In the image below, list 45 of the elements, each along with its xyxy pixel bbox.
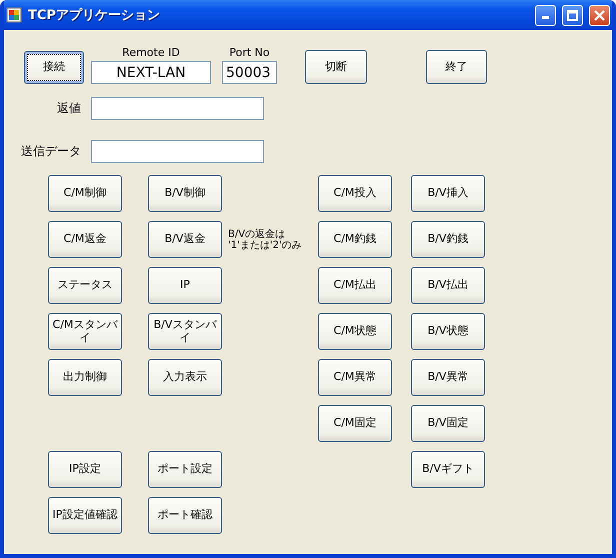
maximize-icon <box>567 10 578 20</box>
command-button[interactable]: B/Vスタンバイ <box>148 313 222 350</box>
command-button[interactable]: C/M状態 <box>318 313 392 350</box>
input-field[interactable] <box>91 97 264 120</box>
command-button[interactable]: 入力表示 <box>148 359 222 396</box>
disconnect-button[interactable]: 切断 <box>305 50 367 84</box>
remote-id-label: Remote ID <box>122 46 180 59</box>
command-button[interactable]: B/V異常 <box>411 359 485 396</box>
command-button[interactable]: B/Vギフト <box>411 451 485 488</box>
command-button[interactable]: C/M投入 <box>318 175 392 212</box>
field-label: 返値 <box>56 100 82 117</box>
command-button[interactable]: B/V固定 <box>411 405 485 442</box>
settings-button[interactable]: ポート設定 <box>148 451 222 488</box>
close-button[interactable] <box>589 4 610 26</box>
command-button[interactable]: B/V挿入 <box>411 175 485 212</box>
command-button[interactable]: B/V状態 <box>411 313 485 350</box>
settings-button[interactable]: IP設定値確認 <box>48 497 122 534</box>
exit-button[interactable]: 終了 <box>426 50 487 84</box>
command-button[interactable]: IP <box>148 267 222 304</box>
command-button[interactable]: C/Mスタンバイ <box>48 313 122 350</box>
settings-button[interactable]: ポート確認 <box>148 497 222 534</box>
app-icon <box>6 7 22 23</box>
close-icon <box>594 10 605 20</box>
command-button[interactable]: 出力制御 <box>48 359 122 396</box>
field-label: 送信データ <box>20 143 82 160</box>
command-button[interactable]: C/M異常 <box>318 359 392 396</box>
remote-id-field[interactable]: NEXT-LAN <box>91 61 211 84</box>
command-button[interactable]: B/V釣銭 <box>411 221 485 258</box>
maximize-button[interactable] <box>562 4 583 26</box>
connect-button[interactable]: 接続 <box>24 51 84 84</box>
command-button[interactable]: C/M制御 <box>48 175 122 212</box>
input-field[interactable] <box>91 140 264 163</box>
settings-button[interactable]: IP設定 <box>48 451 122 488</box>
command-button[interactable]: C/M釣銭 <box>318 221 392 258</box>
command-button[interactable]: B/V制御 <box>148 175 222 212</box>
minimize-button[interactable] <box>535 4 556 26</box>
window-title: TCPアプリケーション <box>28 6 161 24</box>
command-button[interactable]: C/M返金 <box>48 221 122 258</box>
command-button[interactable]: C/M払出 <box>318 267 392 304</box>
command-button[interactable]: B/V返金 <box>148 221 222 258</box>
port-no-label: Port No <box>229 46 270 59</box>
command-button[interactable]: C/M固定 <box>318 405 392 442</box>
command-button[interactable]: B/V払出 <box>411 267 485 304</box>
command-button[interactable]: ステータス <box>48 267 122 304</box>
port-no-field[interactable]: 50003 <box>222 61 277 84</box>
